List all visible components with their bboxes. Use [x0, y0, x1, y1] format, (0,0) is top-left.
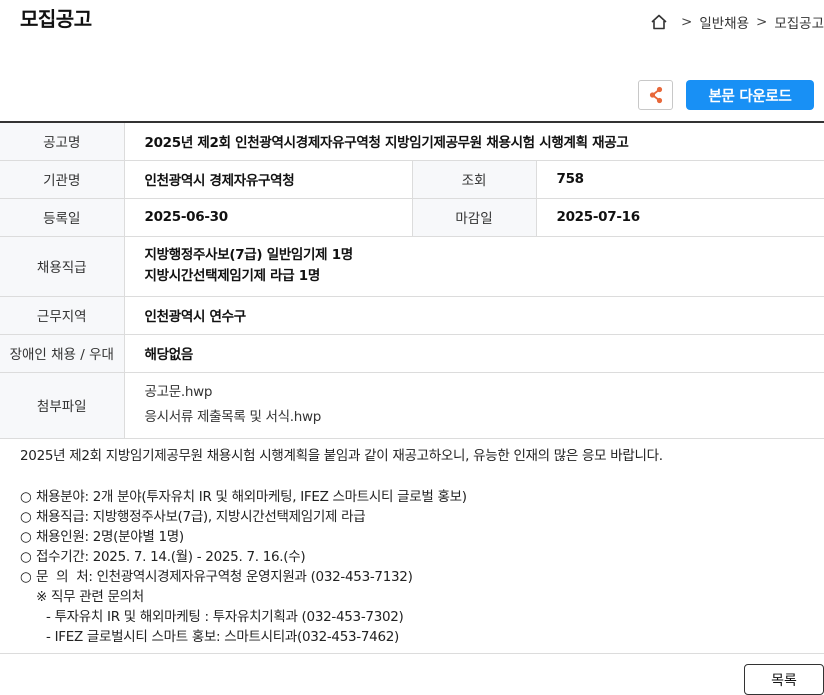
views-value: 758: [536, 160, 824, 199]
home-icon[interactable]: [650, 13, 668, 31]
disabled-hiring-label: 장애인 채용 / 우대: [0, 334, 125, 373]
attachments-value: 공고문.hwp 응시서류 제출목록 및 서식.hwp: [124, 372, 824, 439]
table-row: 근무지역 인천광역시 연수구: [0, 296, 824, 335]
breadcrumb-item-recruitment[interactable]: 모집공고: [774, 12, 824, 32]
positions-label: 채용직급: [0, 236, 125, 297]
attachments-label: 첨부파일: [0, 372, 125, 439]
notice-item-text: 채용인원: 2명(분야별 1명): [36, 529, 184, 545]
table-row: 등록일 2025-06-30 마감일 2025-07-16: [0, 198, 824, 237]
list-button[interactable]: 목록: [744, 664, 824, 695]
notice-item-text: 접수기간: 2025. 7. 14.(월) - 2025. 7. 16.(수): [36, 549, 306, 565]
position-item: 지방시간선택제임기제 라급 1명: [144, 268, 321, 284]
location-label: 근무지역: [0, 296, 125, 335]
notice-item: ○ 채용직급: 지방행정주사보(7급), 지방시간선택제임기제 라급: [20, 507, 820, 527]
download-body-button[interactable]: 본문 다운로드: [686, 80, 814, 110]
title-label: 공고명: [0, 122, 125, 161]
positions-value: 지방행정주사보(7급) 일반임기제 1명 지방시간선택제임기제 라급 1명: [124, 236, 824, 297]
notice-body: 2025년 제2회 지방임기제공무원 채용시험 시행계획을 붙임과 같이 재공고…: [20, 447, 820, 647]
bullet-icon: ○: [20, 509, 32, 525]
notice-intro: 2025년 제2회 지방임기제공무원 채용시험 시행계획을 붙임과 같이 재공고…: [20, 448, 663, 464]
views-label: 조회: [411, 160, 537, 199]
share-icon: [649, 86, 662, 104]
disabled-hiring-value: 해당없음: [124, 334, 824, 373]
notice-item: ○ 접수기간: 2025. 7. 14.(월) - 2025. 7. 16.(수): [20, 547, 820, 567]
notice-item-text: 채용분야: 2개 분야(투자유치 IR 및 해외마케팅, IFEZ 스마트시티 …: [36, 489, 467, 505]
location-value: 인천광역시 연수구: [124, 296, 824, 335]
bullet-icon: ○: [20, 569, 32, 585]
table-row: 공고명 2025년 제2회 인천광역시경제자유구역청 지방임기제공무원 채용시험…: [0, 122, 824, 161]
table-row: 첨부파일 공고문.hwp 응시서류 제출목록 및 서식.hwp: [0, 372, 824, 439]
share-button[interactable]: [638, 80, 673, 110]
deadline-value: 2025-07-16: [536, 198, 824, 237]
table-row: 장애인 채용 / 우대 해당없음: [0, 334, 824, 373]
bullet-icon: ○: [20, 529, 32, 545]
breadcrumb-separator: >: [756, 14, 768, 30]
breadcrumb: > 일반채용 > 모집공고: [650, 12, 824, 32]
breadcrumb-separator: >: [681, 14, 693, 30]
position-item: 지방행정주사보(7급) 일반임기제 1명: [144, 247, 354, 263]
notice-item-text: 문 의 처: 인천광역시경제자유구역청 운영지원과 (032-453-7132): [36, 569, 413, 585]
page-title: 모집공고: [20, 7, 92, 31]
notice-item-text: 채용직급: 지방행정주사보(7급), 지방시간선택제임기제 라급: [36, 509, 366, 525]
breadcrumb-item-general-hiring[interactable]: 일반채용: [699, 12, 749, 32]
registered-date-value: 2025-06-30: [124, 198, 412, 237]
table-row: 기관명 인천광역시 경제자유구역청 조회 758: [0, 160, 824, 199]
agency-label: 기관명: [0, 160, 125, 199]
attachment-link[interactable]: 공고문.hwp: [145, 380, 824, 405]
divider: [0, 653, 824, 654]
attachment-link[interactable]: 응시서류 제출목록 및 서식.hwp: [145, 405, 824, 430]
contact-item: - IFEZ 글로벌시티 스마트 홍보: 스마트시티과(032-453-7462…: [46, 629, 399, 645]
contact-item: - 투자유치 IR 및 해외마케팅 : 투자유치기획과 (032-453-730…: [46, 609, 404, 625]
registered-date-label: 등록일: [0, 198, 125, 237]
title-value: 2025년 제2회 인천광역시경제자유구역청 지방임기제공무원 채용시험 시행계…: [124, 122, 824, 161]
bullet-icon: ○: [20, 549, 32, 565]
agency-value: 인천광역시 경제자유구역청: [124, 160, 412, 199]
bullet-icon: ○: [20, 489, 32, 505]
notice-item: ○ 채용분야: 2개 분야(투자유치 IR 및 해외마케팅, IFEZ 스마트시티…: [20, 487, 820, 507]
deadline-label: 마감일: [411, 198, 537, 237]
contact-note: ※ 직무 관련 문의처: [36, 589, 144, 605]
notice-item: ○ 문 의 처: 인천광역시경제자유구역청 운영지원과 (032-453-7132…: [20, 567, 820, 587]
notice-info-table: 공고명 2025년 제2회 인천광역시경제자유구역청 지방임기제공무원 채용시험…: [0, 121, 824, 439]
notice-item: ○ 채용인원: 2명(분야별 1명): [20, 527, 820, 547]
table-row: 채용직급 지방행정주사보(7급) 일반임기제 1명 지방시간선택제임기제 라급 …: [0, 236, 824, 297]
